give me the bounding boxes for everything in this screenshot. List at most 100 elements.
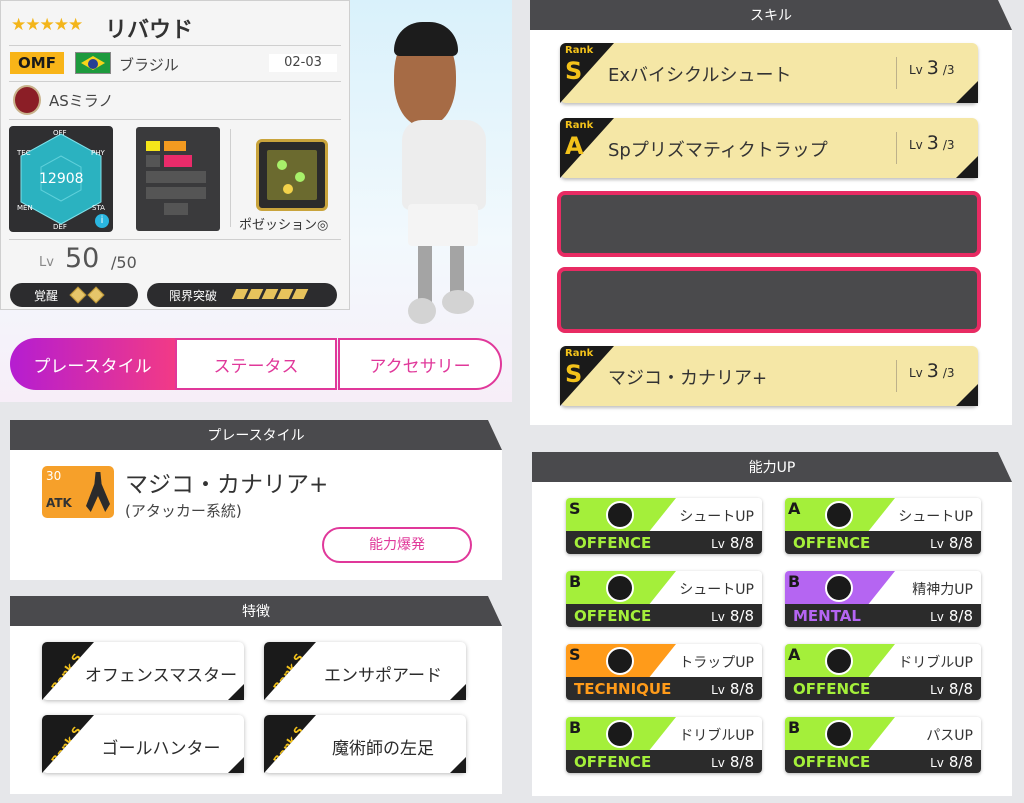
ability-category: OFFENCE: [793, 533, 871, 552]
divider: [9, 45, 341, 46]
soccer-ball-icon: [825, 574, 853, 602]
empty-skill-slot[interactable]: [557, 191, 981, 257]
ability-level: Lv 8/8: [930, 679, 973, 698]
ability-level: Lv 8/8: [711, 679, 754, 698]
trait-card[interactable]: Rank S ゴールハンター: [42, 715, 244, 773]
limit-break-label: 限界突破: [169, 288, 218, 303]
playstyle-subtitle: (アタッカー系統): [125, 502, 242, 520]
trait-name: 魔術師の左足: [332, 739, 434, 759]
style-icon-number: 30: [46, 469, 62, 483]
ability-up-card[interactable]: S トラップUP TECHNIQUE Lv 8/8: [566, 644, 762, 700]
rank-letter: A: [788, 499, 801, 518]
season-label: 02-03: [269, 54, 337, 72]
empty-skill-slot[interactable]: [557, 267, 981, 333]
rank-letter: A: [565, 132, 584, 160]
skill-card[interactable]: Rank S Exバイシクルシュート Lv 3/3: [560, 43, 978, 103]
traits-header: 特徴: [10, 596, 502, 626]
skill-card[interactable]: Rank S マジコ・カナリア+ Lv 3/3: [560, 346, 978, 406]
ability-name: シュートUP: [679, 509, 754, 525]
ability-name: 精神力UP: [912, 582, 973, 598]
divider: [9, 239, 341, 240]
rank-letter: B: [569, 572, 582, 591]
ability-up-card[interactable]: B シュートUP OFFENCE Lv 8/8: [566, 571, 762, 627]
radar-label-off: OFF: [53, 129, 67, 137]
ability-up-card[interactable]: S シュートUP OFFENCE Lv 8/8: [566, 498, 762, 554]
position-badge: OMF: [10, 52, 64, 74]
ability-up-card[interactable]: A シュートUP OFFENCE Lv 8/8: [785, 498, 981, 554]
ability-up-card[interactable]: B パスUP OFFENCE Lv 8/8: [785, 717, 981, 773]
tab-status[interactable]: ステータス: [175, 338, 337, 390]
play-category-label: ポゼッション◎: [239, 218, 329, 233]
rank-letter: S: [569, 499, 581, 518]
ability-up-card[interactable]: B ドリブルUP OFFENCE Lv 8/8: [566, 717, 762, 773]
limit-break-pill: 限界突破: [147, 283, 337, 307]
player-avatar: [380, 8, 500, 333]
ability-up-card[interactable]: B 精神力UP MENTAL Lv 8/8: [785, 571, 981, 627]
tab-playstyle[interactable]: プレースタイル: [10, 338, 175, 390]
info-icon[interactable]: i: [95, 214, 109, 228]
radar-label-tec: TEC: [17, 149, 31, 157]
card-top: B パスUP: [785, 717, 981, 750]
radar-chart[interactable]: OFF PHY STA DEF MEN TEC 12908 i: [9, 126, 113, 232]
card-bottom: OFFENCE Lv 8/8: [785, 750, 981, 773]
rank-letter: B: [569, 718, 582, 737]
tactics-board-icon[interactable]: [256, 139, 328, 211]
player-card: ★★★★★ リバウド OMF ブラジル 02-03 ASミラノ OFF PHY …: [0, 0, 350, 310]
limit-break-bars: [231, 288, 309, 302]
rank-letter: S: [569, 645, 581, 664]
skill-card[interactable]: Rank A Spプリズマティクトラップ Lv 3/3: [560, 118, 978, 178]
soccer-ball-icon: [606, 501, 634, 529]
ability-name: トラップUP: [679, 655, 754, 671]
ability-name: シュートUP: [898, 509, 973, 525]
playstyle-header: プレースタイル: [10, 420, 502, 450]
card-top: B シュートUP: [566, 571, 762, 604]
rarity-stars: ★★★★★: [11, 15, 83, 35]
club-name: ASミラノ: [49, 92, 114, 110]
card-bottom: MENTAL Lv 8/8: [785, 604, 981, 627]
trait-card[interactable]: Rank S 魔術師の左足: [264, 715, 466, 773]
card-top: B ドリブルUP: [566, 717, 762, 750]
soccer-ball-icon: [606, 647, 634, 675]
skill-level: Lv 3/3: [896, 360, 955, 392]
ability-level: Lv 8/8: [711, 533, 754, 552]
country-name: ブラジル: [119, 56, 179, 74]
corner-mark: [956, 156, 978, 178]
corner-mark: [228, 684, 244, 700]
ability-burst-button[interactable]: 能力爆発: [322, 527, 472, 563]
card-top: S トラップUP: [566, 644, 762, 677]
rank-letter: S: [565, 360, 583, 388]
skill-level: Lv 3/3: [896, 132, 955, 164]
corner-mark: [956, 81, 978, 103]
skill-name: Exバイシクルシュート: [608, 65, 792, 86]
ability-category: OFFENCE: [793, 752, 871, 771]
ability-category: OFFENCE: [574, 752, 652, 771]
awaken-diamond-icon: [69, 286, 87, 304]
card-bottom: OFFENCE Lv 8/8: [566, 604, 762, 627]
skill-name: マジコ・カナリア+: [608, 368, 768, 389]
ability-level: Lv 8/8: [711, 752, 754, 771]
ability-name: シュートUP: [679, 582, 754, 598]
skill-level: Lv 3/3: [896, 57, 955, 89]
card-bottom: OFFENCE Lv 8/8: [785, 531, 981, 554]
trait-card[interactable]: Rank S エンサポアード: [264, 642, 466, 700]
rank-word: Rank: [565, 45, 594, 56]
ability-category: OFFENCE: [793, 679, 871, 698]
ability-level: Lv 8/8: [930, 606, 973, 625]
tab-accessory[interactable]: アクセサリー: [338, 338, 502, 390]
radar-label-def: DEF: [53, 223, 67, 231]
corner-mark: [450, 684, 466, 700]
skills-header: スキル: [530, 0, 1012, 30]
corner-mark: [450, 757, 466, 773]
awaken-label: 覚醒: [34, 288, 59, 303]
radar-label-men: MEN: [17, 204, 33, 212]
ability-up-card[interactable]: A ドリブルUP OFFENCE Lv 8/8: [785, 644, 981, 700]
skill-name: Spプリズマティクトラップ: [608, 140, 828, 161]
trait-name: エンサポアード: [324, 666, 442, 686]
attacker-style-icon: 30 ATK: [42, 466, 114, 518]
soccer-ball-icon: [825, 501, 853, 529]
card-top: A シュートUP: [785, 498, 981, 531]
rank-word: Rank: [565, 120, 594, 131]
trait-card[interactable]: Rank S オフェンスマスター: [42, 642, 244, 700]
ability-category: OFFENCE: [574, 606, 652, 625]
club-emblem-icon: [13, 85, 41, 115]
